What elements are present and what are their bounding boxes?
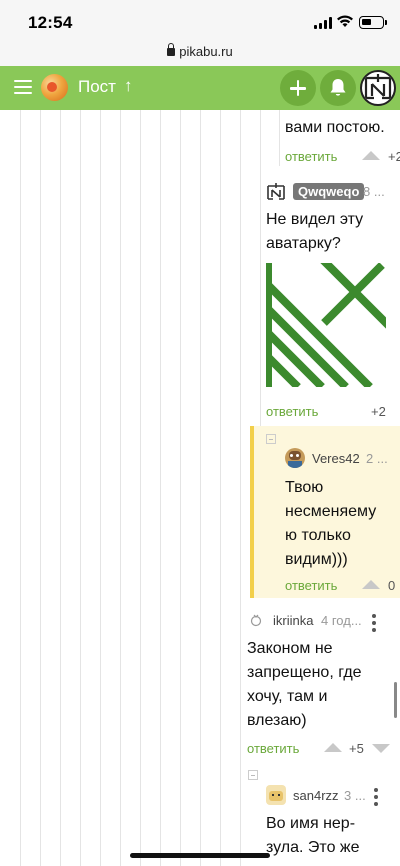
upvote-icon[interactable] <box>362 151 380 160</box>
thread-line[interactable] <box>240 110 241 866</box>
url-text: pikabu.ru <box>179 44 233 59</box>
url-bar[interactable]: pikabu.ru <box>0 43 400 66</box>
status-bar: 12:54 <box>0 0 400 44</box>
thread-line[interactable] <box>140 110 141 866</box>
add-post-button[interactable] <box>280 70 316 106</box>
pikabu-logo[interactable] <box>41 74 68 101</box>
comment-image[interactable] <box>266 263 386 387</box>
comment-time: 4 год... <box>321 613 362 628</box>
comment-text-line: зула. Это же <box>266 839 360 856</box>
upvote-icon[interactable] <box>324 743 342 752</box>
collapse-icon[interactable] <box>266 434 276 444</box>
reply-link[interactable]: ответить <box>247 741 299 756</box>
bell-icon <box>330 79 346 96</box>
battery-icon <box>359 16 387 29</box>
reply-link[interactable]: ответить <box>285 578 337 593</box>
menu-icon[interactable] <box>14 80 32 94</box>
thread-line[interactable] <box>160 110 161 866</box>
comment-score: +5 <box>349 741 364 756</box>
comment-text: вами постою. <box>285 119 385 136</box>
upvote-icon[interactable] <box>362 580 380 589</box>
comment-text-line: видим))) <box>285 551 348 568</box>
comment-text-line: влезаю) <box>247 712 307 729</box>
home-indicator[interactable] <box>130 853 270 858</box>
comment-text-line: запрещено, где <box>247 664 362 681</box>
wifi-icon <box>337 15 353 27</box>
signal-icon <box>314 17 332 29</box>
comment-author[interactable]: Veres42 <box>312 451 360 466</box>
more-options-icon[interactable] <box>374 788 378 809</box>
comment-text-line: Не видел эту <box>266 211 364 228</box>
scrollbar[interactable] <box>394 682 397 718</box>
thread-line[interactable] <box>60 110 61 866</box>
avatar-rammstein-icon[interactable] <box>266 182 286 202</box>
comment-text-line: Законом не <box>247 640 333 657</box>
scroll-up-icon[interactable]: ↑ <box>124 76 133 96</box>
comment-text-line: хочу, там и <box>247 688 328 705</box>
avatar-icon[interactable] <box>248 612 264 628</box>
comment-time: 8 ... <box>363 184 385 199</box>
page-title: Пост <box>78 77 116 96</box>
clock: 12:54 <box>28 13 73 32</box>
comment-time: 2 ... <box>366 451 388 466</box>
comment-score: +2 <box>388 149 400 164</box>
more-options-icon[interactable] <box>372 614 376 635</box>
thread-line[interactable] <box>220 110 221 866</box>
site-header: Пост ↑ <box>0 66 400 110</box>
comment-text-line: ю только <box>285 527 351 544</box>
collapse-icon[interactable] <box>248 770 258 780</box>
user-avatar[interactable] <box>360 70 396 106</box>
comment-score: +2 <box>371 404 386 419</box>
notifications-button[interactable] <box>320 70 356 106</box>
comment-author[interactable]: san4rzz <box>293 788 339 803</box>
downvote-icon[interactable] <box>372 744 390 753</box>
comment-score: 0 <box>388 578 396 593</box>
thread-line[interactable] <box>80 110 81 866</box>
comment-text-line: аватарку? <box>266 235 341 252</box>
thread-line[interactable] <box>100 110 101 866</box>
comment-text-line: Во имя нер- <box>266 815 356 832</box>
reply-link[interactable]: ответить <box>266 404 318 419</box>
comment-time: 3 ... <box>344 788 366 803</box>
comment-text-line: несменяему <box>285 503 377 520</box>
avatar[interactable] <box>285 448 305 468</box>
thread-line[interactable] <box>200 110 201 866</box>
rammstein-logo-icon <box>364 74 392 100</box>
thread-line[interactable] <box>20 110 21 866</box>
avatar[interactable] <box>266 785 286 805</box>
comment-author[interactable]: ikriinka <box>273 613 313 628</box>
thread-line[interactable] <box>40 110 41 866</box>
thread-line[interactable] <box>120 110 121 866</box>
comment-author-badge[interactable]: Qwqweqo <box>293 183 365 200</box>
reply-link[interactable]: ответить <box>285 149 337 164</box>
thread-line[interactable] <box>180 110 181 866</box>
thread-line[interactable] <box>279 110 280 166</box>
lock-icon <box>167 43 176 56</box>
comment-text-line: Твою <box>285 479 324 496</box>
